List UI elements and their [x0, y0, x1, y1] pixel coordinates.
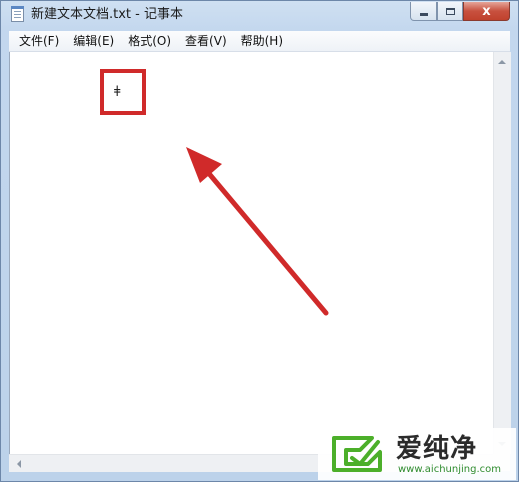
site-logo-icon — [332, 436, 382, 472]
scroll-up-icon[interactable] — [498, 60, 506, 64]
window-title: 新建文本文档.txt - 记事本 — [31, 7, 183, 22]
menu-bar: 文件(F) 编辑(E) 格式(O) 查看(V) 帮助(H) — [9, 31, 510, 52]
menu-view[interactable]: 查看(V) — [178, 31, 234, 51]
menu-file[interactable]: 文件(F) — [9, 31, 66, 51]
minimize-icon — [419, 12, 428, 16]
minimize-button[interactable] — [410, 2, 437, 21]
menu-format[interactable]: 格式(O) — [121, 31, 178, 51]
watermark-url: www.aichunjing.com — [398, 464, 501, 475]
notepad-icon — [11, 6, 24, 22]
watermark: 爱纯净 www.aichunjing.com — [318, 428, 516, 480]
vertical-scrollbar[interactable] — [493, 52, 511, 454]
highlight-box — [100, 69, 146, 115]
close-icon: x — [482, 3, 491, 19]
maximize-icon — [445, 7, 455, 15]
scroll-left-icon[interactable] — [17, 460, 21, 468]
watermark-brand: 爱纯净 — [396, 434, 478, 464]
text-editor-area[interactable] — [9, 52, 494, 454]
maximize-button[interactable] — [437, 2, 463, 21]
title-bar[interactable]: 新建文本文档.txt - 记事本 x — [1, 1, 518, 29]
menu-edit[interactable]: 编辑(E) — [66, 31, 121, 51]
notepad-window: 新建文本文档.txt - 记事本 x 文件(F) 编辑(E) 格式(O) 查看(… — [0, 0, 519, 482]
menu-help[interactable]: 帮助(H) — [234, 31, 290, 51]
close-button[interactable]: x — [463, 2, 510, 21]
